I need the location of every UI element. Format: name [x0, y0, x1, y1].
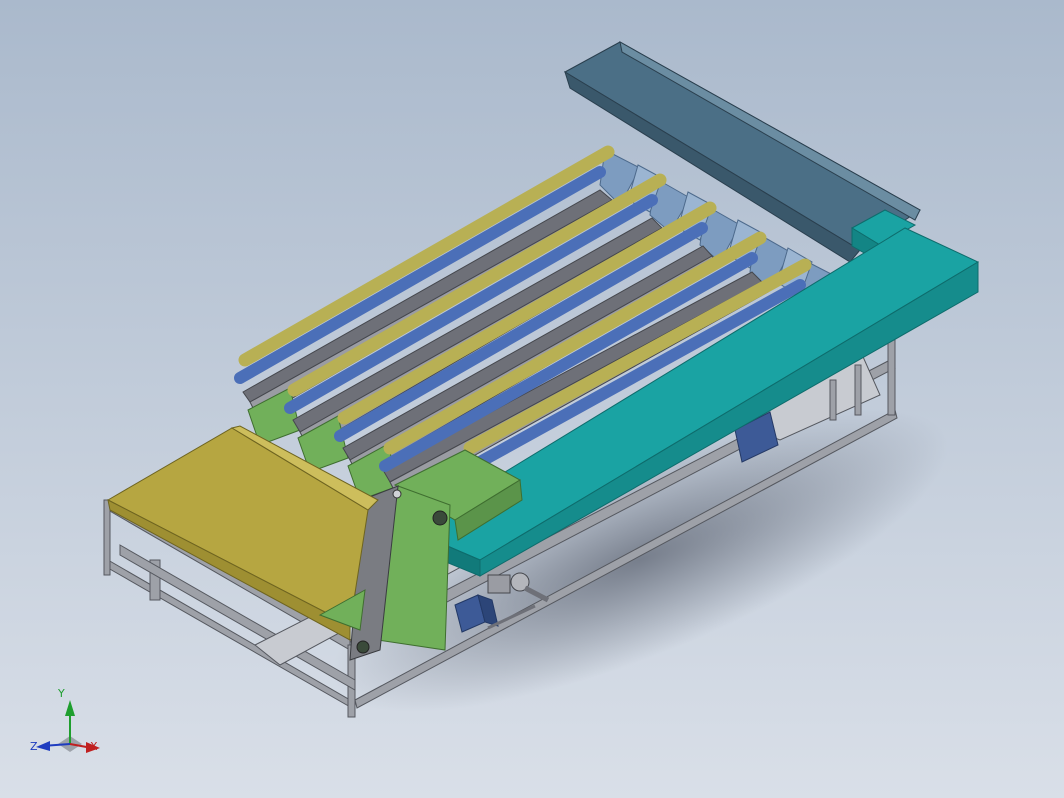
conveyor-machine-model[interactable] — [0, 0, 1064, 798]
z-axis-label: Z — [30, 740, 38, 753]
x-axis-label: X — [90, 740, 98, 753]
y-axis-arrow — [65, 700, 75, 716]
y-axis-label: Y — [58, 687, 65, 700]
cad-viewport[interactable]: Y Z X — [0, 0, 1064, 798]
z-axis-arrow — [36, 741, 50, 751]
axis-triad — [36, 700, 100, 753]
